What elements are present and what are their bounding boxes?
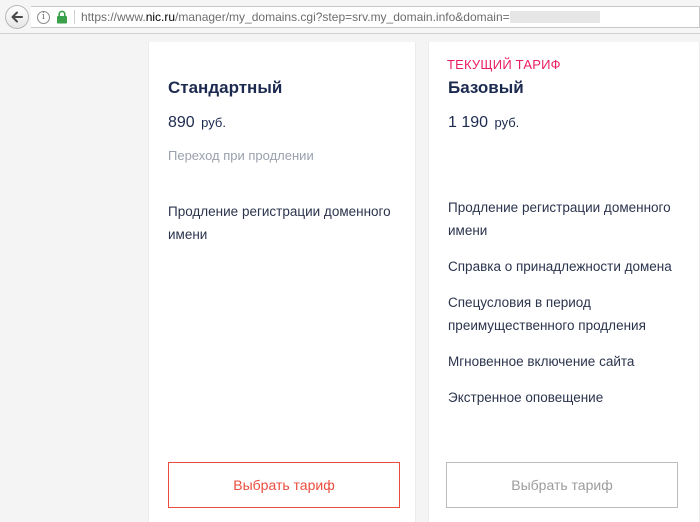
feature-list: Продление регистрации доменного имени Сп…: [448, 196, 688, 422]
browser-toolbar: i https://www.nic.ru/manager/my_domains.…: [0, 0, 700, 34]
feature-item: Экстренное оповещение: [448, 390, 604, 405]
choose-plan-button-basic[interactable]: Выбрать тариф: [446, 462, 678, 508]
plan-price: 1 190 руб.: [448, 114, 520, 131]
feature-item: Спецусловия в период преимущественного п…: [448, 295, 646, 333]
back-button[interactable]: [5, 5, 29, 29]
plan-price: 890 руб.: [168, 114, 226, 131]
address-bar[interactable]: i https://www.nic.ru/manager/my_domains.…: [31, 6, 700, 28]
transition-note: Переход при продлении: [168, 148, 314, 163]
plan-card-standard: Стандартный 890 руб. Переход при продлен…: [148, 42, 416, 522]
feature-item: Мгновенное включение сайта: [448, 354, 635, 369]
url-redacted-domain: [509, 11, 600, 23]
plan-card-basic: ТЕКУЩИЙ ТАРИФ Базовый 1 190 руб. Продлен…: [428, 42, 700, 522]
url-separator: [74, 10, 75, 24]
back-arrow-icon: [11, 11, 23, 23]
plan-title: Базовый: [448, 78, 524, 97]
choose-plan-button-standard[interactable]: Выбрать тариф: [168, 462, 400, 508]
feature-item: Продление регистрации доменного имени: [168, 204, 391, 242]
feature-list: Продление регистрации доменного имени: [168, 200, 403, 259]
plan-title: Стандартный: [168, 78, 283, 97]
feature-item: Справка о принадлежности домена: [448, 259, 672, 274]
info-icon[interactable]: i: [37, 10, 50, 24]
feature-item: Продление регистрации доменного имени: [448, 200, 671, 238]
lock-icon[interactable]: [56, 10, 68, 24]
current-plan-badge: ТЕКУЩИЙ ТАРИФ: [447, 57, 561, 72]
url-text[interactable]: https://www.nic.ru/manager/my_domains.cg…: [81, 10, 510, 24]
